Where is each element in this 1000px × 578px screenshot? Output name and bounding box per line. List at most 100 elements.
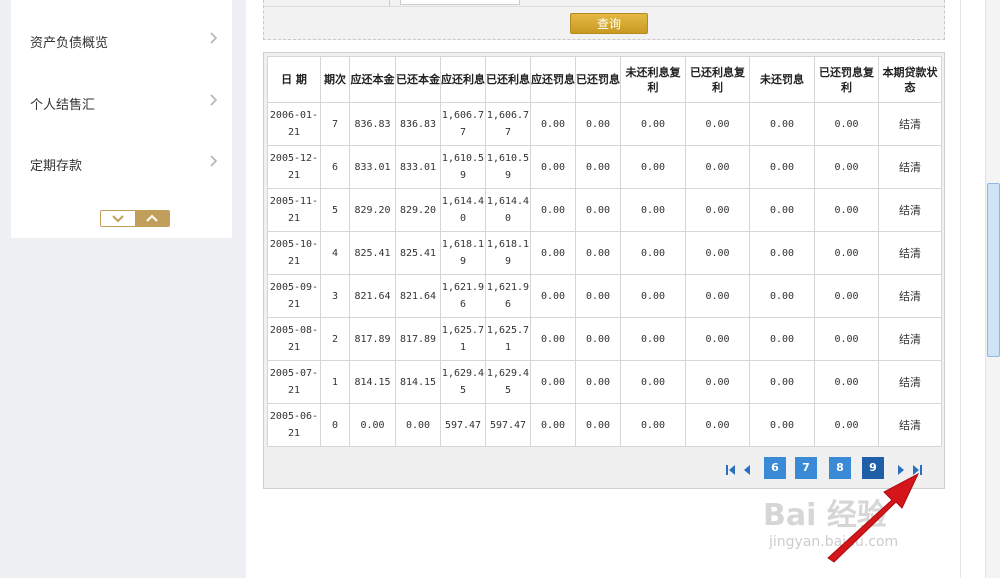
table-cell: 0.00 bbox=[620, 188, 686, 232]
table-cell: 0.00 bbox=[685, 145, 750, 189]
table-row: 2005-09-21 3 821.64 821.64 1,621.96 1,621.96 0… bbox=[267, 274, 942, 318]
column-header: 期次 bbox=[320, 56, 350, 103]
scrollbar-thumb[interactable] bbox=[987, 183, 1000, 357]
sidebar-item-time-deposit[interactable]: 定期存款 bbox=[11, 129, 232, 189]
table-cell: 0.00 bbox=[620, 102, 686, 146]
table-cell: 0.00 bbox=[620, 360, 686, 404]
table-cell: 0.00 bbox=[530, 102, 576, 146]
table-cell: 0.00 bbox=[749, 360, 815, 404]
table-body: 2006-01-21 7 836.83 836.83 1,606.77 1,606.77 0… bbox=[267, 102, 942, 447]
query-input[interactable] bbox=[400, 0, 520, 5]
table-cell: 0.00 bbox=[530, 360, 576, 404]
table-cell: 1,621.96 bbox=[485, 274, 531, 318]
table-cell: 7 bbox=[320, 102, 350, 146]
table-cell: 2 bbox=[320, 317, 350, 361]
table-cell: 0.00 bbox=[749, 145, 815, 189]
chevron-right-icon bbox=[210, 155, 218, 170]
table-cell: 0.00 bbox=[685, 317, 750, 361]
table-cell: 825.41 bbox=[395, 231, 441, 275]
table-cell: 0.00 bbox=[620, 403, 686, 447]
table-cell: 0.00 bbox=[685, 274, 750, 318]
table-cell: 1,606.77 bbox=[440, 102, 486, 146]
table-cell: 1,618.19 bbox=[440, 231, 486, 275]
column-header: 已还罚息复利 bbox=[814, 56, 879, 103]
table-cell: 836.83 bbox=[395, 102, 441, 146]
table-cell: 0.00 bbox=[530, 231, 576, 275]
table-cell: 1,629.45 bbox=[485, 360, 531, 404]
table-cell: 1,614.40 bbox=[440, 188, 486, 232]
table-cell: 836.83 bbox=[349, 102, 396, 146]
annotation-arrow-icon bbox=[827, 472, 920, 563]
table-cell: 1,625.71 bbox=[440, 317, 486, 361]
table-cell: 1,614.40 bbox=[485, 188, 531, 232]
sidebar-item-label: 个人结售汇 bbox=[30, 98, 96, 113]
table-cell: 1,610.59 bbox=[440, 145, 486, 189]
chevron-right-icon bbox=[210, 94, 218, 109]
table-cell: 0.00 bbox=[749, 403, 815, 447]
table-cell: 0.00 bbox=[575, 145, 621, 189]
sidebar-item-label: 定期存款 bbox=[30, 159, 83, 174]
query-panel: 查询 bbox=[263, 0, 945, 40]
chevron-up-icon[interactable] bbox=[135, 211, 169, 226]
column-header: 本期贷款状态 bbox=[878, 56, 942, 103]
query-button[interactable]: 查询 bbox=[570, 13, 648, 34]
table-cell: 817.89 bbox=[349, 317, 396, 361]
table-cell: 817.89 bbox=[395, 317, 441, 361]
sidebar-expand-collapse-toggle bbox=[100, 210, 170, 227]
table-cell: 2005-06-21 bbox=[267, 403, 321, 447]
table-cell: 1,621.96 bbox=[440, 274, 486, 318]
table-cell: 0.00 bbox=[530, 188, 576, 232]
repayment-table: 日 期 期次 应还本金 已还本金 应还利息 已还利息 应还罚息 已还罚息 未还利… bbox=[267, 56, 942, 447]
table-cell: 0.00 bbox=[685, 403, 750, 447]
column-header: 已还罚息 bbox=[575, 56, 621, 103]
table-row: 2005-10-21 4 825.41 825.41 1,618.19 1,618.19 0… bbox=[267, 231, 942, 275]
sidebar-item-asset-overview[interactable]: 资产负债概览 bbox=[11, 6, 232, 66]
table-cell: 0.00 bbox=[575, 274, 621, 318]
table-cell: 0.00 bbox=[575, 231, 621, 275]
table-cell: 597.47 bbox=[485, 403, 531, 447]
table-cell: 0.00 bbox=[685, 231, 750, 275]
sidebar-menu: 资产负债概览 个人结售汇 定期存款 bbox=[11, 0, 232, 238]
table-cell: 829.20 bbox=[395, 188, 441, 232]
column-header: 已还利息复利 bbox=[685, 56, 750, 103]
table-cell: 0 bbox=[320, 403, 350, 447]
table-cell: 0.00 bbox=[685, 188, 750, 232]
table-cell: 829.20 bbox=[349, 188, 396, 232]
first-page-icon[interactable] bbox=[725, 461, 737, 475]
status-cell: 结清 bbox=[878, 274, 942, 318]
table-cell: 2005-07-21 bbox=[267, 360, 321, 404]
table-cell: 0.00 bbox=[530, 317, 576, 361]
table-cell: 821.64 bbox=[349, 274, 396, 318]
table-cell: 0.00 bbox=[620, 274, 686, 318]
table-cell: 0.00 bbox=[749, 231, 815, 275]
table-cell: 0.00 bbox=[575, 317, 621, 361]
table-cell: 0.00 bbox=[620, 231, 686, 275]
table-row: 2005-06-21 0 0.00 0.00 597.47 597.47 0.00 0.00 0… bbox=[267, 403, 942, 447]
table-cell: 0.00 bbox=[814, 360, 879, 404]
table-cell: 0.00 bbox=[814, 102, 879, 146]
table-cell: 0.00 bbox=[575, 188, 621, 232]
sidebar-item-forex-settlement[interactable]: 个人结售汇 bbox=[11, 68, 232, 128]
sidebar-item-label: 资产负债概览 bbox=[30, 36, 109, 51]
table-cell: 0.00 bbox=[749, 274, 815, 318]
column-header: 应还利息 bbox=[440, 56, 486, 103]
table-row: 2005-08-21 2 817.89 817.89 1,625.71 1,625.71 0… bbox=[267, 317, 942, 361]
table-cell: 0.00 bbox=[814, 317, 879, 361]
page-button[interactable]: 6 bbox=[764, 457, 786, 479]
column-header: 已还本金 bbox=[395, 56, 441, 103]
table-cell: 0.00 bbox=[685, 360, 750, 404]
table-cell: 4 bbox=[320, 231, 350, 275]
table-cell: 1,610.59 bbox=[485, 145, 531, 189]
page-button[interactable]: 7 bbox=[795, 457, 817, 479]
table-cell: 0.00 bbox=[395, 403, 441, 447]
previous-page-icon[interactable] bbox=[741, 461, 753, 475]
status-cell: 结清 bbox=[878, 231, 942, 275]
table-cell: 0.00 bbox=[749, 102, 815, 146]
table-row: 2005-12-21 6 833.01 833.01 1,610.59 1,610.59 0… bbox=[267, 145, 942, 189]
status-cell: 结清 bbox=[878, 403, 942, 447]
right-margin bbox=[960, 0, 986, 578]
table-cell: 0.00 bbox=[575, 403, 621, 447]
chevron-down-icon[interactable] bbox=[101, 211, 135, 226]
table-cell: 0.00 bbox=[814, 145, 879, 189]
table-cell: 0.00 bbox=[575, 102, 621, 146]
